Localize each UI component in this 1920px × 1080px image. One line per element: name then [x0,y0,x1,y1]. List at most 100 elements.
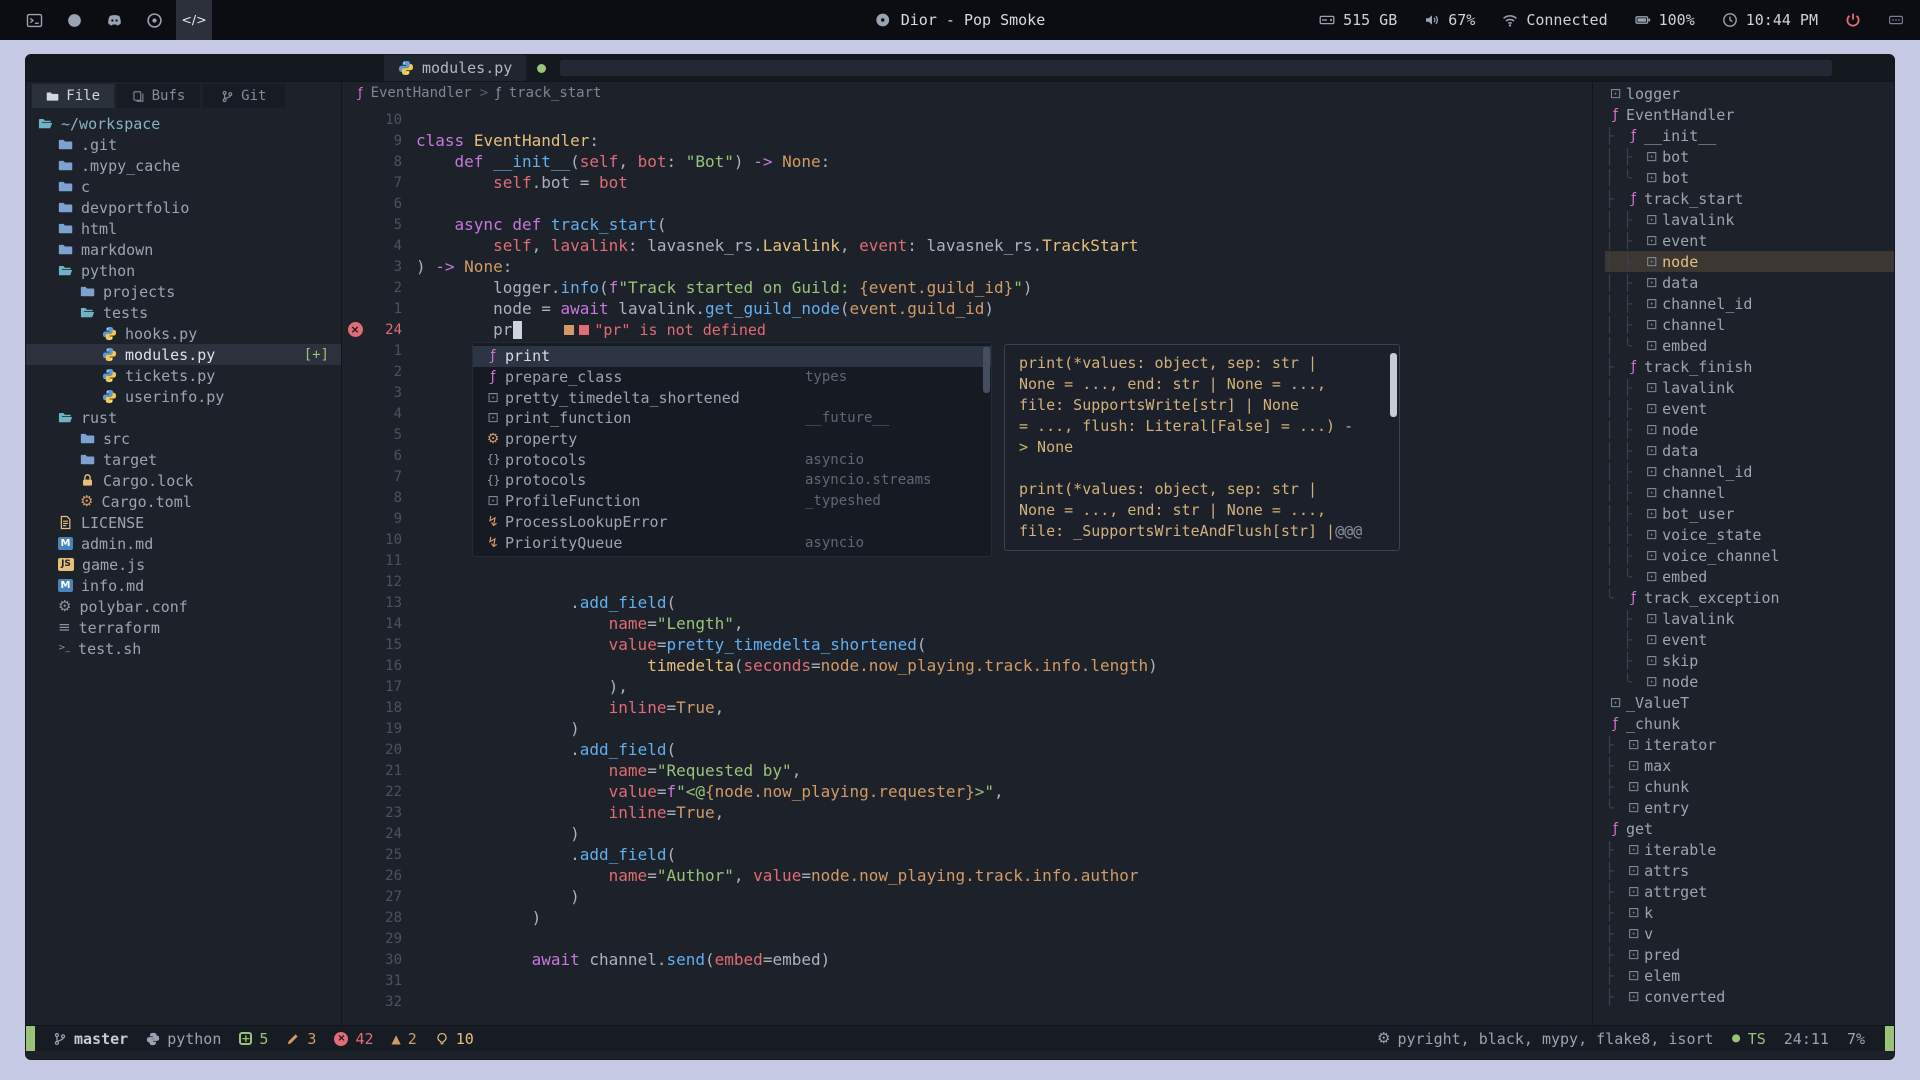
tree-item[interactable]: rust [26,407,341,428]
explorer-tab-bufs[interactable]: Bufs [117,84,199,108]
symbol-item[interactable]: ├ attrget [1605,881,1894,902]
workspace-code-icon[interactable] [176,0,212,40]
symbol-item[interactable]: │ ├ data [1605,440,1894,461]
symbol-item[interactable]: ├ skip [1605,650,1894,671]
tree-item[interactable]: html [26,218,341,239]
tree-item[interactable]: Cargo.toml [26,491,341,512]
symbol-item[interactable]: │ ├ channel_id [1605,293,1894,314]
completion-item[interactable]: property [473,429,991,450]
symbol-item[interactable]: ╰ entry [1605,797,1894,818]
symbol-item[interactable]: │ ├ bot [1605,146,1894,167]
breadcrumb-method[interactable]: track_start [509,85,602,101]
explorer-tab-file[interactable]: File [32,84,114,108]
symbol-item[interactable]: ├ __init__ [1605,125,1894,146]
tree-item[interactable]: c [26,176,341,197]
tree-item[interactable]: target [26,449,341,470]
tree-item[interactable]: projects [26,281,341,302]
symbol-item[interactable]: │ ├ channel_id [1605,461,1894,482]
symbol-item[interactable]: │ ├ event [1605,398,1894,419]
code-area[interactable]: 109class EventHandler:8 def __init__(sel… [342,104,1592,1025]
symbol-item[interactable]: │ ╰ embed [1605,335,1894,356]
tree-item[interactable]: LICENSE [26,512,341,533]
symbol-item[interactable]: ├ iterable [1605,839,1894,860]
symbol-item[interactable]: │ ├ node [1605,419,1894,440]
symbol-item[interactable]: ╰ track_exception [1605,587,1894,608]
completion-item[interactable]: protocolsasyncio.streams [473,470,991,491]
symbol-item[interactable]: ├ v [1605,923,1894,944]
symbol-item[interactable]: │ ├ voice_state [1605,524,1894,545]
completion-item[interactable]: print_function__future__ [473,408,991,429]
tree-root[interactable]: ~/workspace [26,113,341,134]
symbol-item[interactable]: │ ├ lavalink [1605,209,1894,230]
module-power[interactable] [1845,12,1861,28]
symbol-item[interactable]: │ ├ data [1605,272,1894,293]
tree-item[interactable]: modules.py[+] [26,344,341,365]
symbol-item[interactable]: _ValueT [1605,692,1894,713]
tree-item[interactable]: .mypy_cache [26,155,341,176]
tree-item[interactable]: info.md [26,575,341,596]
tree-item[interactable]: game.js [26,554,341,575]
symbol-item[interactable]: ├ lavalink [1605,608,1894,629]
module-volume[interactable]: 67% [1424,11,1475,29]
workspace-terminal-icon[interactable] [16,0,52,40]
completion-item[interactable]: print [473,346,991,367]
symbol-item[interactable]: _chunk [1605,713,1894,734]
symbol-item[interactable]: ├ k [1605,902,1894,923]
workspace-browser-icon[interactable] [56,0,92,40]
tree-item[interactable]: tickets.py [26,365,341,386]
git-branch[interactable]: master [53,1030,128,1048]
symbol-item[interactable]: EventHandler [1605,104,1894,125]
symbol-item[interactable]: ├ track_start [1605,188,1894,209]
popup-scrollbar[interactable] [983,347,990,393]
doc-scrollbar[interactable] [1390,353,1397,417]
module-tray[interactable] [1888,12,1904,28]
tree-item[interactable]: tests [26,302,341,323]
tree-item[interactable]: src [26,428,341,449]
symbol-item[interactable]: ├ converted [1605,986,1894,1007]
symbol-item[interactable]: │ ├ event [1605,230,1894,251]
module-battery[interactable]: 100% [1635,11,1695,29]
tree-item[interactable]: polybar.conf [26,596,341,617]
tree-item[interactable]: admin.md [26,533,341,554]
symbol-item[interactable]: ├ max [1605,755,1894,776]
symbol-item[interactable]: ├ iterator [1605,734,1894,755]
completion-item[interactable]: protocolsasyncio [473,449,991,470]
tree-item[interactable]: hooks.py [26,323,341,344]
now-playing[interactable]: Dior - Pop Smoke [875,0,1046,40]
completion-item[interactable]: PriorityQueueasyncio [473,532,991,553]
explorer-tab-git[interactable]: Git [203,84,285,108]
symbol-item[interactable]: ├ event [1605,629,1894,650]
symbol-item[interactable]: ├ track_finish [1605,356,1894,377]
workspace-music-icon[interactable] [136,0,172,40]
tree-item[interactable]: markdown [26,239,341,260]
symbol-item[interactable]: logger [1605,83,1894,104]
module-clock[interactable]: 10:44 PM [1722,11,1818,29]
symbol-item[interactable]: │ ├ channel [1605,482,1894,503]
symbol-item[interactable]: ├ pred [1605,944,1894,965]
symbol-item[interactable]: get [1605,818,1894,839]
completion-item[interactable]: prepare_classtypes [473,367,991,388]
tree-item[interactable]: .git [26,134,341,155]
symbol-item[interactable]: │ ├ bot_user [1605,503,1894,524]
tree-item[interactable]: userinfo.py [26,386,341,407]
module-wifi[interactable]: Connected [1502,11,1607,29]
symbol-item[interactable]: ├ attrs [1605,860,1894,881]
module-disk[interactable]: 515 GB [1319,11,1397,29]
symbol-item[interactable]: ╰ node [1605,671,1894,692]
tree-item[interactable]: devportfolio [26,197,341,218]
symbol-item[interactable]: │ ├ node [1605,251,1894,272]
symbol-item[interactable]: │ ├ channel [1605,314,1894,335]
symbol-item[interactable]: │ ├ lavalink [1605,377,1894,398]
completion-item[interactable]: ProcessLookupError [473,512,991,533]
symbol-item[interactable]: ├ elem [1605,965,1894,986]
completion-item[interactable]: pretty_timedelta_shortened [473,387,991,408]
workspace-discord-icon[interactable] [96,0,132,40]
tree-item[interactable]: terraform [26,617,341,638]
tree-item[interactable]: Cargo.lock [26,470,341,491]
tree-item[interactable]: python [26,260,341,281]
breadcrumb-class[interactable]: EventHandler [371,85,472,101]
symbol-item[interactable]: │ ╰ embed [1605,566,1894,587]
symbol-item[interactable]: │ ╰ bot [1605,167,1894,188]
symbol-item[interactable]: ├ chunk [1605,776,1894,797]
completion-item[interactable]: ProfileFunction_typeshed [473,491,991,512]
